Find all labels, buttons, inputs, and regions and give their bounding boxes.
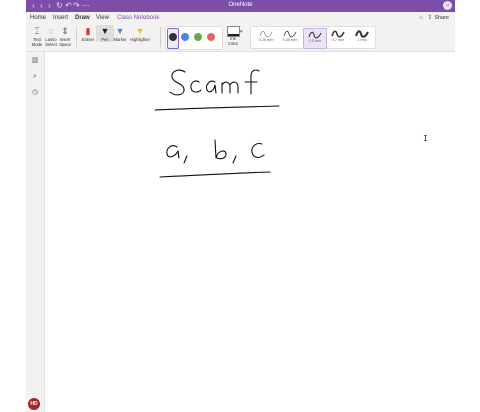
thickness-option[interactable]: 1 mm: [351, 28, 373, 47]
ink-stroke: [251, 143, 265, 158]
share-button[interactable]: ⇪ Share: [427, 14, 449, 22]
thickness-option[interactable]: 0.25 mm: [255, 28, 277, 47]
color-swatch-blue[interactable]: [181, 33, 189, 41]
eraser-button[interactable]: ▮ Eraser: [79, 25, 97, 42]
user-avatar[interactable]: HD: [28, 398, 40, 410]
page-canvas[interactable]: I: [45, 52, 455, 412]
ink-stroke: [166, 145, 180, 159]
notebooks-icon[interactable]: ▥: [30, 56, 40, 66]
tab-home[interactable]: Home: [30, 14, 46, 22]
ink-stroke: [159, 171, 271, 178]
marker-icon: ▼: [115, 26, 125, 36]
tab-class-notebook[interactable]: Class Notebook: [117, 14, 159, 22]
search-icon[interactable]: ⌕: [30, 72, 40, 82]
app-title: OneNote: [228, 2, 253, 8]
thickness-label: 0.7 mm: [331, 38, 345, 42]
stroke-sample-icon: [355, 30, 369, 38]
ink-stroke: [206, 80, 217, 94]
ink-stroke: [183, 155, 188, 164]
account-avatar[interactable]: ☺: [443, 1, 452, 10]
recent-icon[interactable]: ◷: [30, 88, 40, 98]
stroke-sample-icon: [259, 31, 273, 37]
highlighter-button[interactable]: ▼ Highlighter: [129, 25, 151, 42]
thickness-label: 0.5 mm: [308, 39, 322, 43]
stroke-sample-icon: [283, 30, 297, 38]
ink-color-label: Ink Color: [227, 36, 238, 46]
color-swatch-black[interactable]: [169, 33, 177, 41]
eraser-icon: ▮: [85, 26, 91, 36]
navigation-rail: ▥ ⌕ ◷ HD: [26, 52, 45, 412]
pen-icon: ▼: [100, 26, 110, 36]
insert-space-button[interactable]: ⇕ Insert Space: [56, 25, 74, 47]
ribbon-divider: [160, 27, 161, 47]
chevron-down-icon[interactable]: ▾: [240, 29, 243, 35]
thickness-gallery: 0.25 mm 0.35 mm 0.5 mm 0.7 mm 1 mm: [250, 26, 376, 49]
stroke-sample-icon: [308, 31, 322, 39]
thickness-option[interactable]: 0.35 mm: [279, 28, 301, 47]
lasso-icon: ◌: [48, 26, 54, 36]
ink-drawing: [154, 69, 280, 178]
draw-ribbon: ⌶ Text Mode ◌ Lasso Select ⇕ Insert Spac…: [26, 23, 455, 52]
color-swatch-red[interactable]: [207, 33, 215, 41]
thickness-label: 0.25 mm: [258, 38, 274, 42]
insert-space-icon: ⇕: [61, 26, 69, 36]
tab-view[interactable]: View: [96, 14, 109, 22]
tab-draw[interactable]: Draw: [75, 14, 90, 24]
ink-color-icon: [226, 26, 240, 37]
color-swatch-green[interactable]: [194, 33, 202, 41]
thickness-option-selected[interactable]: 0.5 mm: [303, 28, 327, 49]
tab-insert[interactable]: Insert: [53, 14, 68, 22]
ink-stroke: [154, 105, 280, 111]
ink-stroke: [169, 69, 186, 96]
ink-stroke: [232, 155, 237, 164]
pen-color-palette: [165, 26, 223, 50]
thickness-label: 0.35 mm: [282, 38, 298, 42]
ribbon-divider: [76, 27, 77, 47]
share-label: Share: [434, 15, 449, 21]
ink-stroke: [221, 81, 239, 94]
onenote-app: ‹ ‹ › ↻ ↶ ↷ ⋯ OneNote ☺ Home Insert Draw…: [26, 0, 455, 412]
ink-color-button[interactable]: Ink Color: [225, 25, 241, 46]
thickness-label: 1 mm: [357, 38, 367, 42]
highlighter-label: Highlighter: [129, 37, 151, 42]
notifications-icon[interactable]: ⌂: [417, 14, 425, 22]
marker-label: Marker: [113, 37, 127, 42]
eraser-label: Eraser: [81, 37, 95, 42]
stroke-sample-icon: [331, 30, 345, 38]
insert-space-label: Insert Space: [59, 37, 71, 47]
text-mode-icon: ⌶: [34, 26, 40, 36]
share-icon: ⇪: [427, 15, 433, 21]
marker-button[interactable]: ▼ Marker: [111, 25, 129, 42]
thickness-option[interactable]: 0.7 mm: [327, 28, 349, 47]
title-bar: ‹ ‹ › ↻ ↶ ↷ ⋯ OneNote ☺: [26, 0, 455, 12]
ink-stroke: [190, 80, 202, 93]
ink-stroke: [214, 139, 227, 160]
highlighter-icon: ▼: [135, 26, 145, 36]
text-cursor-icon: I: [423, 134, 428, 143]
